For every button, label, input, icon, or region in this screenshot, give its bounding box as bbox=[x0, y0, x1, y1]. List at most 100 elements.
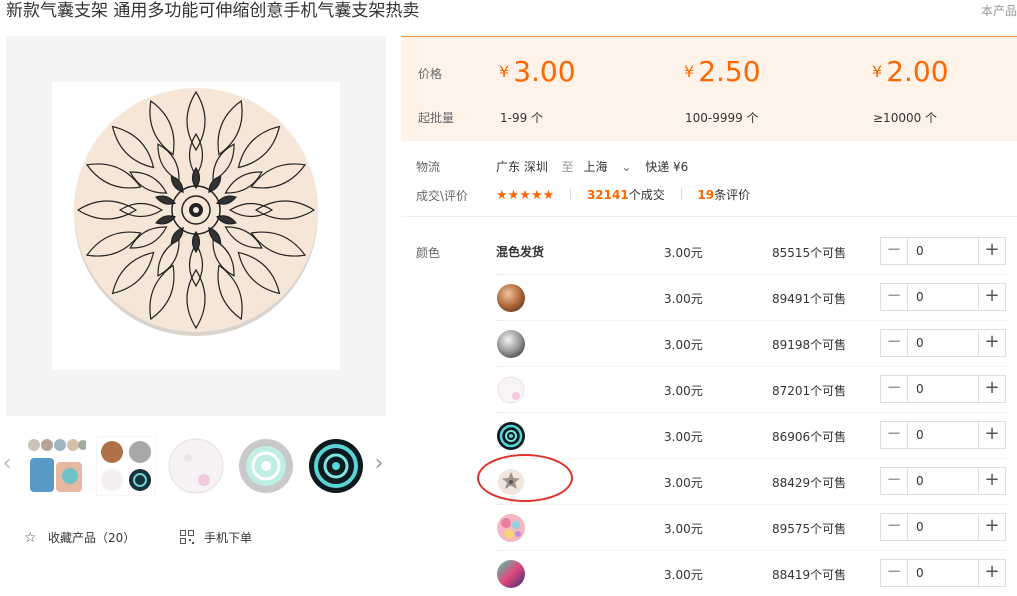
star-outline-icon: ☆ bbox=[24, 530, 37, 546]
sku-stock: 89491个可售 bbox=[772, 292, 847, 306]
sku-row: 3.00元 89575个可售 − + bbox=[496, 505, 1008, 551]
quantity-stepper: − + bbox=[880, 513, 1006, 541]
quantity-input[interactable] bbox=[908, 468, 978, 494]
mandala-petal bbox=[191, 166, 201, 190]
ship-from[interactable]: 广东 深圳 bbox=[496, 160, 548, 174]
deals-suffix: 个成交 bbox=[628, 188, 665, 202]
quantity-input[interactable] bbox=[908, 422, 978, 448]
minus-icon[interactable]: − bbox=[881, 330, 908, 356]
thumbnail-2[interactable] bbox=[95, 435, 157, 497]
quantity-stepper: − + bbox=[880, 467, 1006, 495]
sku-swatch-galaxy[interactable] bbox=[496, 559, 526, 589]
chevron-down-icon[interactable]: ⌄ bbox=[621, 160, 631, 174]
thumbnail-5[interactable] bbox=[306, 436, 366, 496]
sku-swatch-teal-mandala[interactable] bbox=[496, 421, 526, 451]
grid-thumb bbox=[95, 435, 157, 497]
sku-swatch-silver[interactable] bbox=[496, 329, 526, 359]
sku-swatch-beige-mandala[interactable] bbox=[496, 467, 526, 497]
minus-icon[interactable]: − bbox=[881, 422, 908, 448]
plus-icon[interactable]: + bbox=[978, 238, 1005, 264]
sku-row: 3.00元 88419个可售 − + bbox=[496, 551, 1008, 596]
thumbnail-3[interactable] bbox=[166, 436, 226, 496]
thumbnail-1[interactable] bbox=[26, 436, 88, 496]
thumbnail-strip: ‹ › bbox=[0, 430, 392, 500]
quantity-input[interactable] bbox=[908, 284, 978, 310]
color-label: 颜色 bbox=[416, 246, 441, 260]
quantity-input[interactable] bbox=[908, 560, 978, 586]
mandala-petal bbox=[191, 230, 201, 254]
product-title: 新款气囊支架 通用多功能可伸缩创意手机气囊支架热卖 bbox=[6, 1, 420, 21]
sku-stock: 85515个可售 bbox=[772, 246, 847, 260]
favorite-label: 收藏产品（20） bbox=[48, 531, 136, 545]
quantity-input[interactable] bbox=[908, 514, 978, 540]
sku-swatch-white-pink[interactable] bbox=[496, 375, 526, 405]
collage-thumb bbox=[26, 436, 88, 496]
quantity-input[interactable] bbox=[908, 238, 978, 264]
sku-row: 3.00元 87201个可售 − + bbox=[496, 367, 1008, 413]
deals-count[interactable]: 32141 bbox=[587, 188, 629, 202]
minus-icon[interactable]: − bbox=[881, 468, 908, 494]
sku-price: 3.00元 bbox=[664, 338, 703, 352]
mobile-order-button[interactable]: 手机下单 bbox=[180, 528, 252, 548]
plus-icon[interactable]: + bbox=[978, 560, 1005, 586]
chevron-left-icon[interactable]: ‹ bbox=[0, 452, 14, 476]
sku-stock: 86906个可售 bbox=[772, 430, 847, 444]
price-value: 3.00 bbox=[513, 55, 576, 88]
plus-icon[interactable]: + bbox=[978, 284, 1005, 310]
plus-icon[interactable]: + bbox=[978, 422, 1005, 448]
plus-icon[interactable]: + bbox=[978, 468, 1005, 494]
section-divider bbox=[401, 216, 1017, 217]
moq-label: 起批量 bbox=[418, 111, 455, 125]
ship-to-word: 至 bbox=[561, 160, 574, 174]
quantity-stepper: − + bbox=[880, 237, 1006, 265]
sku-row: 混色发货 3.00元 85515个可售 − + bbox=[496, 229, 1008, 275]
minus-icon[interactable]: − bbox=[881, 284, 908, 310]
sku-price: 3.00元 bbox=[664, 522, 703, 536]
plus-icon[interactable]: + bbox=[978, 330, 1005, 356]
sku-row: 3.00元 89198个可售 − + bbox=[496, 321, 1008, 367]
sku-swatch-copper[interactable] bbox=[496, 283, 526, 313]
quantity-stepper: − + bbox=[880, 329, 1006, 357]
main-image-canvas bbox=[52, 82, 340, 370]
minus-icon[interactable]: − bbox=[881, 560, 908, 586]
ship-to[interactable]: 上海 bbox=[584, 160, 608, 174]
sku-swatch-floral[interactable] bbox=[496, 513, 526, 543]
mint-mandala-thumb bbox=[239, 439, 293, 493]
sku-price: 3.00元 bbox=[664, 476, 703, 490]
quantity-stepper: − + bbox=[880, 375, 1006, 403]
currency-symbol: ¥ bbox=[872, 62, 883, 81]
qty-tier-3: ≥10000 个 bbox=[873, 111, 938, 125]
sku-price: 3.00元 bbox=[664, 568, 703, 582]
qr-code-icon bbox=[180, 528, 196, 548]
sku-name[interactable]: 混色发货 bbox=[496, 243, 544, 260]
white-pink-thumb bbox=[168, 438, 224, 494]
currency-symbol: ¥ bbox=[684, 62, 695, 81]
favorite-button[interactable]: ☆ 收藏产品（20） bbox=[24, 528, 135, 548]
sku-price: 3.00元 bbox=[664, 384, 703, 398]
star-rating-icon: ★★★★★ bbox=[496, 188, 555, 203]
plus-icon[interactable]: + bbox=[978, 376, 1005, 402]
sku-price: 3.00元 bbox=[664, 430, 703, 444]
qty-tier-1: 1-99 个 bbox=[500, 111, 544, 125]
sku-price: 3.00元 bbox=[664, 292, 703, 306]
minus-icon[interactable]: − bbox=[881, 238, 908, 264]
minus-icon[interactable]: − bbox=[881, 376, 908, 402]
review-count[interactable]: 19 bbox=[697, 188, 714, 202]
thumbnail-4[interactable] bbox=[236, 436, 296, 496]
review-suffix: 条评价 bbox=[714, 188, 751, 202]
shipping-label: 物流 bbox=[416, 160, 441, 174]
quantity-stepper: − + bbox=[880, 283, 1006, 311]
ship-method: 快递 ¥6 bbox=[645, 160, 689, 174]
quantity-input[interactable] bbox=[908, 376, 978, 402]
quantity-input[interactable] bbox=[908, 330, 978, 356]
plus-icon[interactable]: + bbox=[978, 514, 1005, 540]
divider bbox=[570, 188, 572, 200]
sku-stock: 88419个可售 bbox=[772, 568, 847, 582]
main-image[interactable] bbox=[6, 36, 386, 416]
reviews-label: 成交\评价 bbox=[416, 189, 469, 203]
chevron-right-icon[interactable]: › bbox=[372, 452, 386, 476]
minus-icon[interactable]: − bbox=[881, 514, 908, 540]
sku-row: 3.00元 86906个可售 − + bbox=[496, 413, 1008, 459]
sku-row: 3.00元 88429个可售 − + bbox=[496, 459, 1008, 505]
mobile-order-label: 手机下单 bbox=[204, 531, 253, 545]
